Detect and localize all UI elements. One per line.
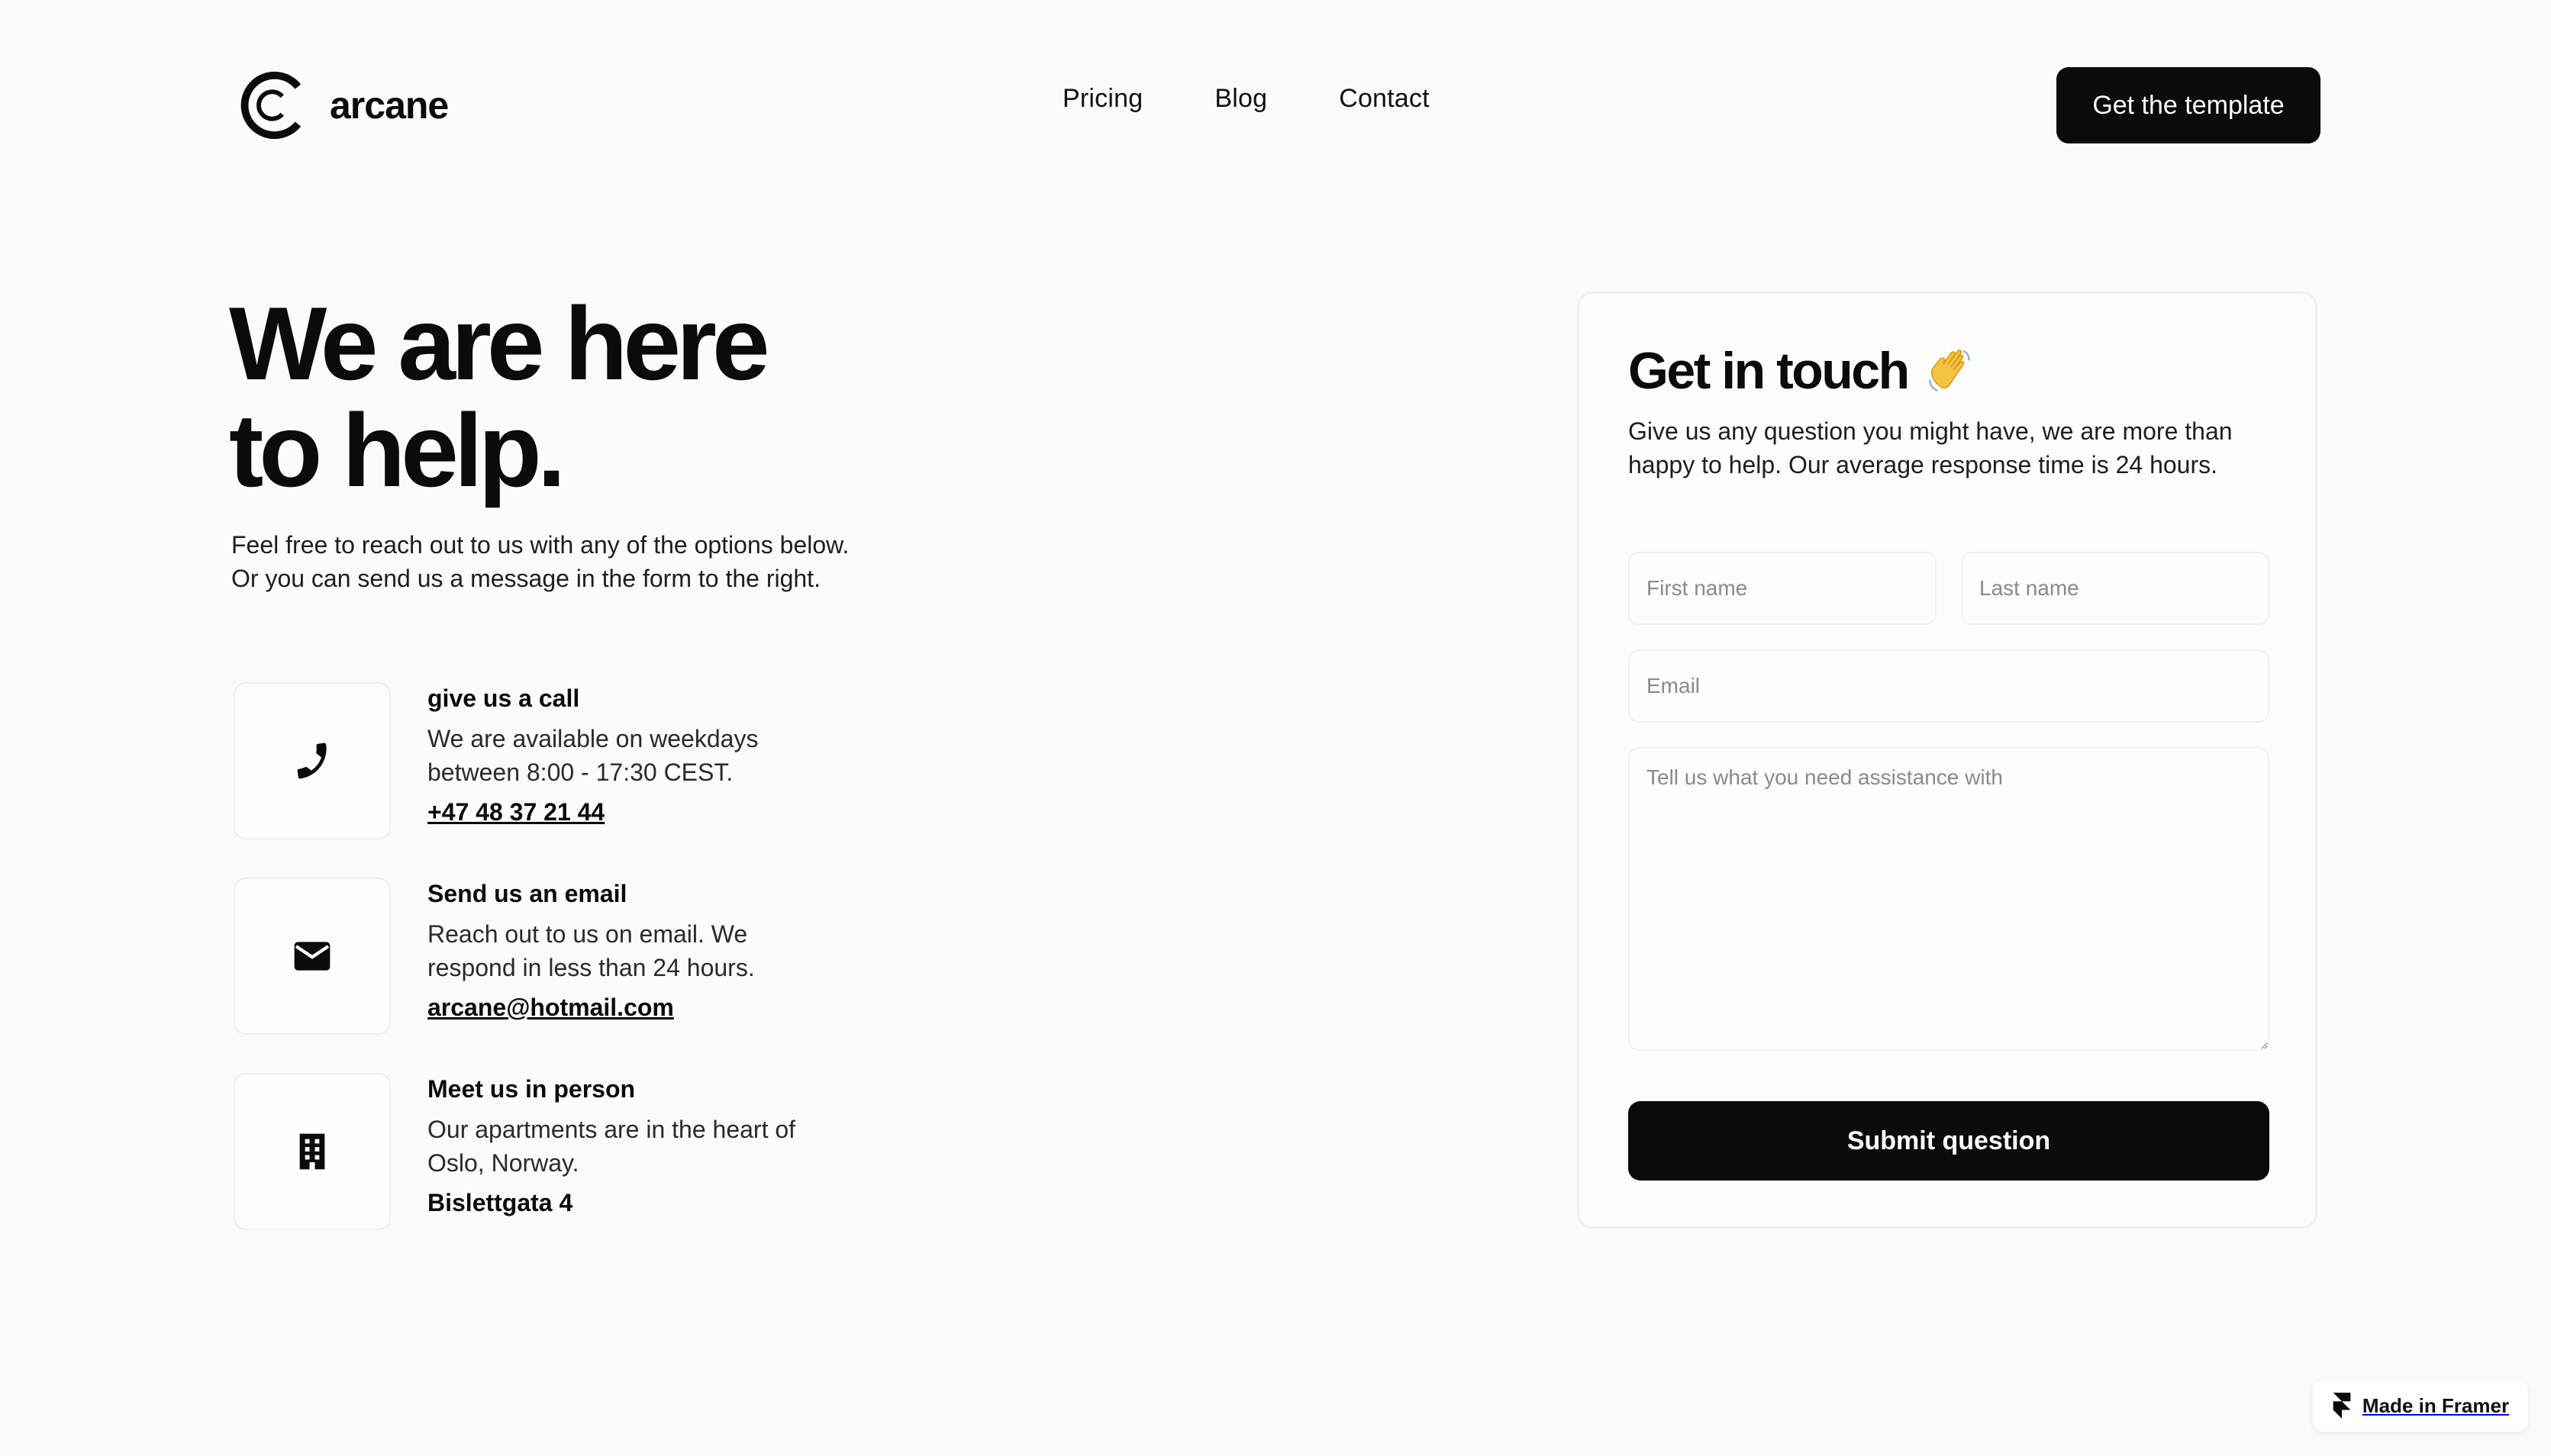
- call-text: give us a call We are available on weekd…: [427, 682, 916, 826]
- nav-blog[interactable]: Blog: [1214, 84, 1267, 114]
- page-subtitle: Feel free to reach out to us with any of…: [231, 528, 918, 595]
- email-title: Send us an email: [427, 880, 627, 907]
- subtitle-line-2: Or you can send us a message in the form…: [231, 565, 821, 592]
- mail-icon: [294, 942, 331, 971]
- in-person-text: Meet us in person Our apartments are in …: [427, 1073, 916, 1217]
- contact-form-card: Get in touch Give us any question you mi…: [1577, 292, 2317, 1229]
- email-field[interactable]: [1628, 649, 2269, 723]
- nav-contact[interactable]: Contact: [1339, 84, 1430, 114]
- contact-call: give us a call We are available on weekd…: [234, 682, 921, 842]
- call-description: We are available on weekdays between 8:0…: [427, 725, 759, 786]
- phone-icon: [297, 742, 327, 779]
- in-person-description: Our apartments are in the heart of Oslo,…: [427, 1116, 796, 1177]
- framer-logo-icon: [2333, 1393, 2351, 1419]
- title-line-2: to help.: [229, 392, 566, 508]
- address-text: Bislettgata 4: [427, 1189, 573, 1216]
- site-header: arcane Pricing Blog Contact Get the temp…: [0, 0, 2551, 214]
- building-icon: [299, 1133, 325, 1170]
- made-in-framer-badge[interactable]: Made in Framer: [2313, 1380, 2528, 1432]
- form-title: Get in touch: [1628, 341, 1975, 401]
- email-icon-box: [234, 878, 391, 1035]
- contact-in-person: Meet us in person Our apartments are in …: [234, 1073, 921, 1233]
- in-person-title: Meet us in person: [427, 1075, 636, 1103]
- brand-logo[interactable]: arcane: [235, 67, 449, 143]
- main-nav: Pricing Blog Contact: [1063, 84, 1430, 114]
- form-subtitle: Give us any question you might have, we …: [1628, 417, 2233, 478]
- waving-hand-icon: [1928, 350, 1970, 391]
- phone-link[interactable]: +47 48 37 21 44: [427, 798, 605, 826]
- call-icon-box: [234, 682, 391, 839]
- contact-email: Send us an email Reach out to us on emai…: [234, 878, 921, 1038]
- call-title: give us a call: [427, 685, 580, 712]
- brand-name: arcane: [330, 84, 449, 127]
- last-name-field[interactable]: [1961, 552, 2269, 625]
- email-description: Reach out to us on email. We respond in …: [427, 920, 755, 981]
- email-text: Send us an email Reach out to us on emai…: [427, 878, 916, 1022]
- form-title-text: Get in touch: [1628, 342, 1910, 400]
- building-icon-box: [234, 1073, 391, 1230]
- get-template-button[interactable]: Get the template: [2056, 67, 2320, 143]
- message-field[interactable]: [1628, 747, 2269, 1051]
- email-link[interactable]: arcane@hotmail.com: [427, 994, 674, 1022]
- subtitle-line-1: Feel free to reach out to us with any of…: [231, 531, 850, 559]
- title-line-1: We are here: [229, 285, 770, 401]
- page-title: We are here to help.: [229, 290, 916, 504]
- first-name-field[interactable]: [1628, 552, 1937, 625]
- arcane-logo-icon: [240, 71, 302, 140]
- badge-label: Made in Framer: [2362, 1393, 2510, 1417]
- submit-question-button[interactable]: Submit question: [1628, 1101, 2269, 1181]
- nav-pricing[interactable]: Pricing: [1063, 84, 1143, 114]
